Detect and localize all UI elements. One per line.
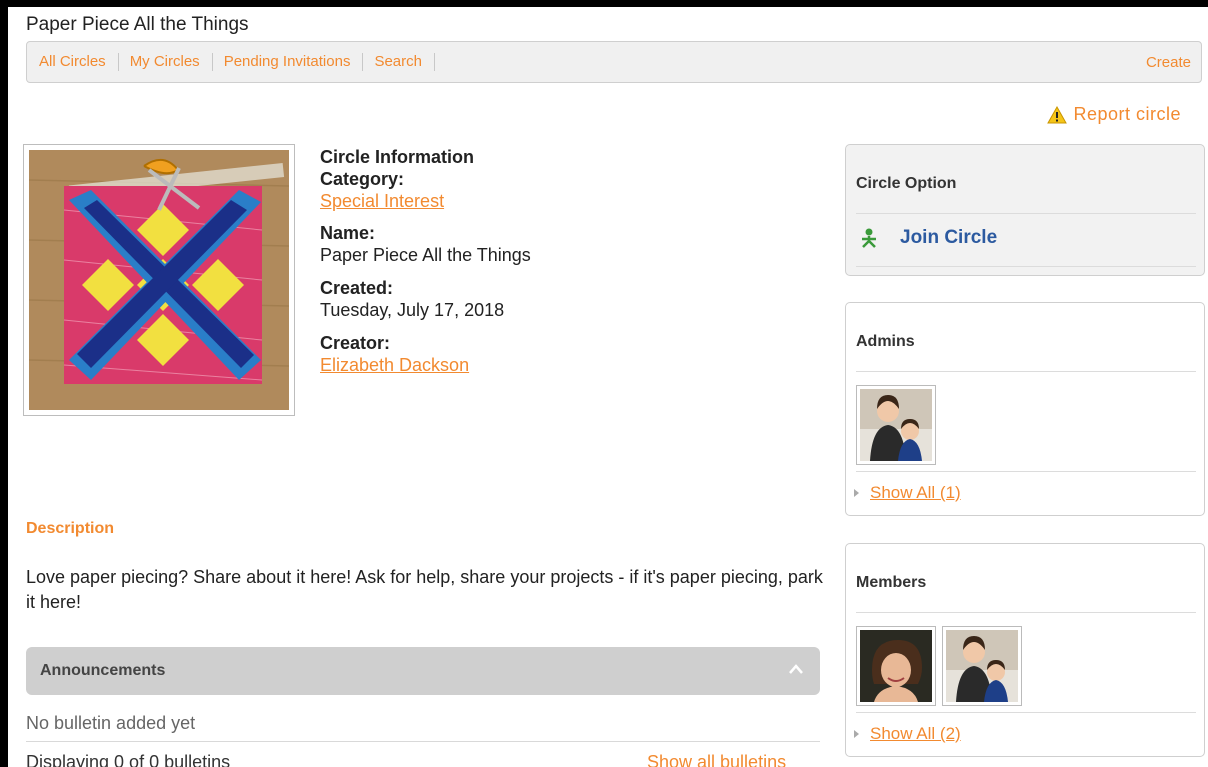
nav-create[interactable]: Create	[1146, 54, 1191, 71]
members-panel: Members Show All (2)	[845, 543, 1205, 757]
members-divider-top	[856, 612, 1196, 613]
admins-title: Admins	[856, 333, 915, 350]
expand-triangle-icon	[854, 730, 859, 738]
report-circle-link[interactable]: Report circle	[1047, 104, 1181, 125]
join-circle-button[interactable]: Join Circle	[858, 227, 997, 249]
quilt-block-image	[29, 150, 289, 410]
admin-avatar[interactable]	[856, 385, 936, 465]
chevron-up-icon[interactable]	[788, 663, 804, 675]
members-show-all-label: Show All (2)	[870, 724, 961, 743]
created-label: Created:	[320, 278, 394, 298]
show-all-bulletins-link[interactable]: Show all bulletins	[647, 752, 786, 767]
circle-option-divider-bottom	[856, 266, 1196, 267]
announcements-title: Announcements	[40, 662, 166, 679]
bulletin-count-text: Displaying 0 of 0 bulletins	[26, 752, 231, 767]
members-show-all[interactable]: Show All (2)	[854, 724, 961, 744]
report-circle-label: Report circle	[1073, 104, 1181, 124]
nav-search[interactable]: Search	[374, 53, 435, 71]
members-divider-bottom	[856, 712, 1196, 713]
expand-triangle-icon	[854, 489, 859, 497]
join-circle-icon	[862, 228, 876, 248]
window-left-edge	[0, 0, 8, 767]
name-label: Name:	[320, 223, 376, 243]
description-text: Love paper piecing? Share about it here!…	[26, 567, 823, 612]
no-bulletin-text: No bulletin added yet	[26, 713, 196, 733]
creator-label: Creator:	[320, 333, 391, 353]
admins-divider-bottom	[856, 471, 1196, 472]
admins-show-all[interactable]: Show All (1)	[854, 483, 961, 503]
nav-pending-invitations[interactable]: Pending Invitations	[224, 53, 364, 71]
category-link[interactable]: Special Interest	[320, 190, 531, 212]
member-avatar[interactable]	[856, 626, 936, 706]
description-heading: Description	[26, 520, 115, 537]
circle-option-divider-top	[856, 213, 1196, 214]
admins-show-all-label: Show All (1)	[870, 483, 961, 502]
name-value: Paper Piece All the Things	[320, 245, 531, 265]
circle-option-title: Circle Option	[856, 175, 957, 192]
announcements-divider	[26, 741, 820, 742]
join-circle-label: Join Circle	[900, 227, 998, 248]
warning-icon	[1047, 105, 1068, 123]
member-avatar[interactable]	[942, 626, 1022, 706]
created-value: Tuesday, July 17, 2018	[320, 300, 505, 320]
circle-photo	[23, 144, 295, 416]
circle-info: Circle Information Category: Special Int…	[320, 146, 531, 376]
nav-my-circles[interactable]: My Circles	[130, 53, 213, 71]
nav-all-circles[interactable]: All Circles	[39, 53, 119, 71]
circles-nav-bar: All Circles My Circles Pending Invitatio…	[26, 41, 1202, 83]
admins-divider-top	[856, 371, 1196, 372]
members-title: Members	[856, 574, 927, 591]
circle-info-heading: Circle Information	[320, 147, 475, 167]
category-label: Category:	[320, 169, 405, 189]
announcements-header[interactable]: Announcements	[26, 647, 820, 695]
circle-option-panel: Circle Option Join Circle	[845, 144, 1205, 276]
page-title: Paper Piece All the Things	[26, 14, 249, 35]
creator-link[interactable]: Elizabeth Dackson	[320, 354, 531, 376]
window-top-edge	[0, 0, 1208, 7]
admins-panel: Admins Show All (1)	[845, 302, 1205, 516]
